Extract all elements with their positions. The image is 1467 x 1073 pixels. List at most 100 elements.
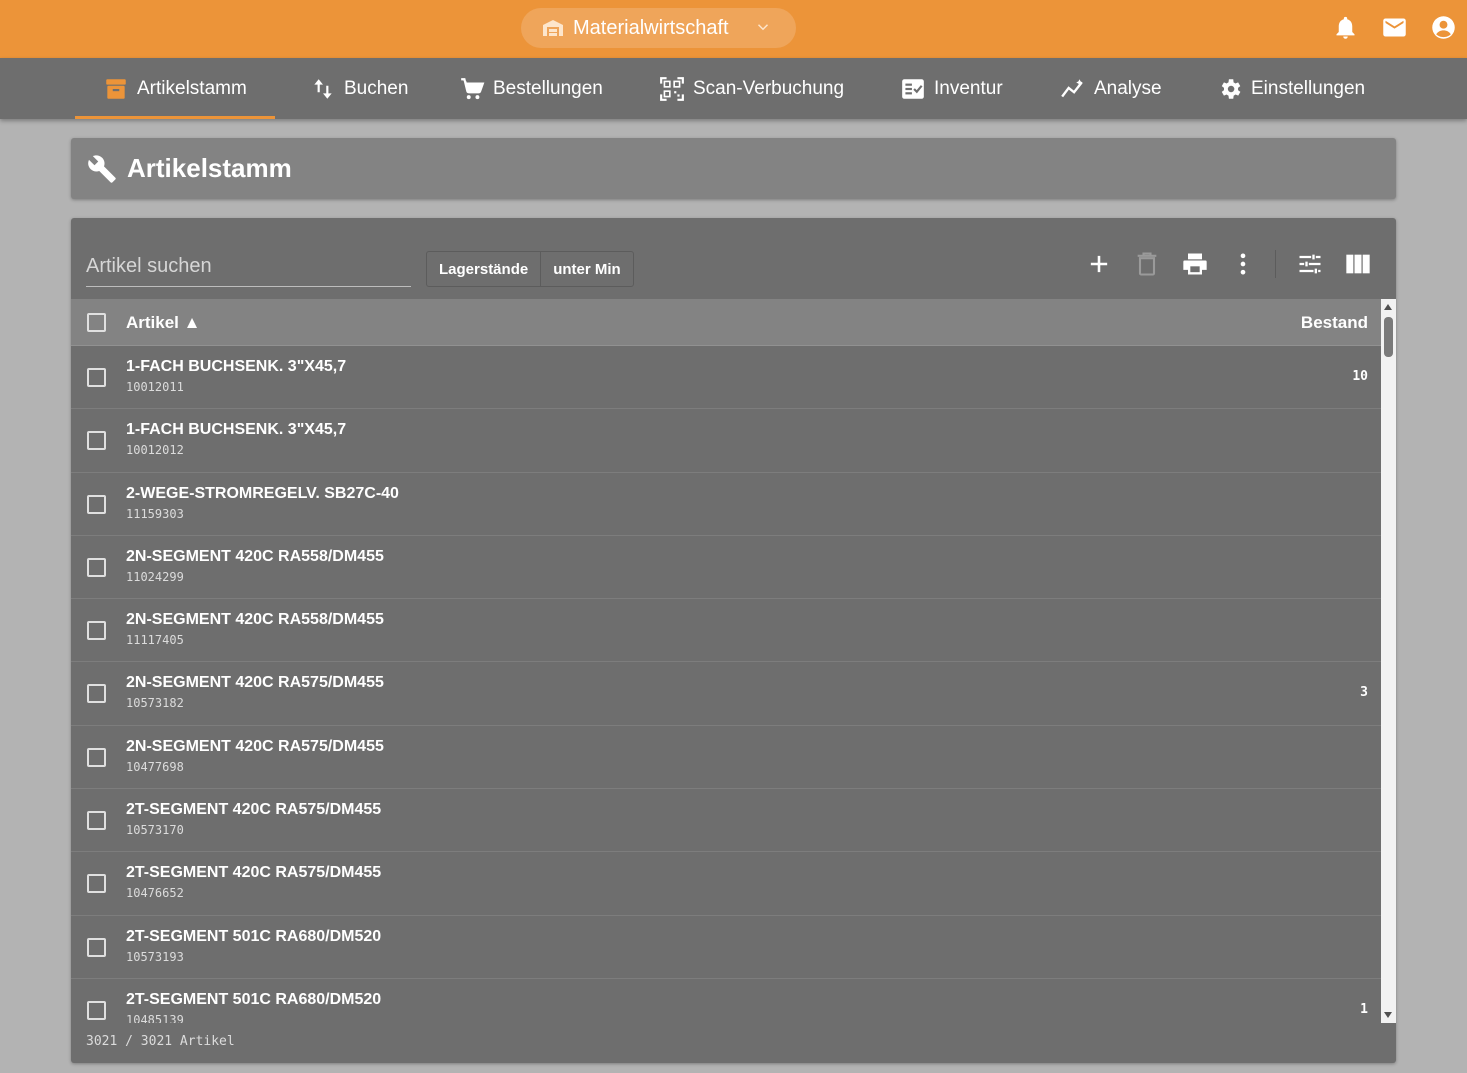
nav-artikelstamm[interactable]: Artikelstamm (75, 58, 275, 119)
article-name: 2-WEGE-STROMREGELV. SB27C-40 (126, 484, 399, 502)
article-number: 11117405 (126, 633, 184, 648)
filter-settings-icon[interactable] (1296, 250, 1324, 278)
scroll-down-arrow-icon[interactable] (1384, 1012, 1392, 1018)
nav-inventur[interactable]: Inventur (900, 58, 1003, 119)
columns-icon[interactable] (1344, 250, 1372, 278)
delete-icon[interactable] (1133, 250, 1161, 278)
article-number: 10573170 (126, 823, 184, 838)
app-switcher[interactable]: Materialwirtschaft (521, 8, 796, 48)
table-body: 1-FACH BUCHSENK. 3"X45,7 10012011 10 1-FACH… (71, 346, 1381, 1023)
page-header: Artikelstamm (71, 138, 1396, 199)
row-checkbox[interactable] (87, 747, 106, 767)
wrench-icon (88, 154, 116, 183)
article-number: 10573182 (126, 696, 184, 711)
row-checkbox[interactable] (87, 1000, 106, 1020)
toolbar-divider (1275, 250, 1276, 278)
nav-label: Artikelstamm (137, 77, 247, 99)
table-row[interactable]: 2N-SEGMENT 420C RA558/DM455 11117405 (71, 599, 1381, 663)
account-icon[interactable] (1430, 14, 1457, 41)
article-number: 11159303 (126, 506, 184, 521)
article-name: 2N-SEGMENT 420C RA558/DM455 (126, 611, 384, 629)
nav-label: Analyse (1094, 77, 1162, 99)
table-row[interactable]: 2N-SEGMENT 420C RA575/DM455 10477698 (71, 726, 1381, 790)
main-nav: Artikelstamm Buchen Bestellungen Scan-Ve… (0, 58, 1467, 119)
column-header-stock[interactable]: Bestand (1301, 313, 1368, 333)
row-checkbox[interactable] (87, 368, 106, 387)
select-all-checkbox[interactable] (87, 313, 106, 332)
article-name: 2N-SEGMENT 420C RA558/DM455 (126, 547, 384, 565)
table-row[interactable]: 2T-SEGMENT 420C RA575/DM455 10573170 (71, 789, 1381, 853)
nav-buchen[interactable]: Buchen (310, 58, 408, 119)
app-title: Materialwirtschaft (573, 16, 729, 39)
article-number: 10573193 (126, 949, 184, 964)
table-row[interactable]: 1-FACH BUCHSENK. 3"X45,7 10012012 (71, 409, 1381, 473)
article-stock: 3 (1360, 685, 1368, 701)
article-name: 2T-SEGMENT 501C RA680/DM520 (126, 927, 382, 945)
article-name: 1-FACH BUCHSENK. 3"X45,7 (126, 421, 347, 439)
nav-label: Inventur (934, 77, 1003, 99)
table-row[interactable]: 2N-SEGMENT 420C RA558/DM455 11024299 (71, 536, 1381, 600)
table-row[interactable]: 2T-SEGMENT 501C RA680/DM520 10485139 1 (71, 979, 1381, 1023)
warehouse-icon (543, 20, 563, 36)
article-number: 10012012 (126, 443, 184, 458)
table-toolbar (1065, 250, 1372, 278)
table-row[interactable]: 2N-SEGMENT 420C RA575/DM455 10573182 3 (71, 662, 1381, 726)
article-name: 2N-SEGMENT 420C RA575/DM455 (126, 674, 384, 692)
article-number: 10485139 (126, 1012, 184, 1023)
qr-scan-icon (660, 76, 684, 101)
row-checkbox[interactable] (87, 557, 106, 577)
checklist-icon (902, 78, 924, 99)
row-checkbox[interactable] (87, 937, 106, 957)
article-number: 10477698 (126, 759, 184, 774)
more-vert-icon[interactable] (1229, 250, 1257, 278)
filter-stock-button[interactable]: Lagerstände (427, 252, 540, 286)
nav-analyse[interactable]: Analyse (1060, 58, 1162, 119)
column-header-article[interactable]: Artikel ▲ (126, 313, 200, 333)
table-row[interactable]: 2T-SEGMENT 501C RA680/DM520 10573193 (71, 916, 1381, 979)
article-table-panel: Lagerstände unter Min Artikel ▲ Bestand … (71, 218, 1396, 1063)
nav-einstellungen[interactable]: Einstellungen (1217, 58, 1365, 119)
cart-icon (461, 77, 485, 99)
row-checkbox[interactable] (87, 431, 106, 451)
nav-label: Scan-Verbuchung (693, 77, 845, 99)
article-name: 2T-SEGMENT 420C RA575/DM455 (126, 801, 382, 819)
article-name: 2T-SEGMENT 420C RA575/DM455 (126, 864, 382, 882)
scroll-up-arrow-icon[interactable] (1384, 304, 1392, 310)
gear-icon (1221, 78, 1241, 99)
nav-label: Buchen (344, 77, 409, 99)
nav-bestellungen[interactable]: Bestellungen (459, 58, 603, 119)
row-count: 3021 / 3021 Artikel (86, 1034, 235, 1049)
table-scrollbar[interactable] (1381, 299, 1396, 1023)
filter-below-min-button[interactable]: unter Min (540, 252, 633, 286)
search-field[interactable] (86, 248, 411, 287)
row-checkbox[interactable] (87, 621, 106, 641)
bell-icon[interactable] (1332, 14, 1359, 41)
nav-label: Einstellungen (1251, 77, 1366, 99)
table-header: Artikel ▲ Bestand (71, 299, 1381, 346)
print-icon[interactable] (1181, 250, 1209, 278)
article-name: 1-FACH BUCHSENK. 3"X45,7 (126, 358, 347, 375)
search-input[interactable] (86, 248, 411, 284)
archive-icon (106, 78, 126, 99)
nav-label: Bestellungen (493, 77, 603, 99)
scroll-thumb[interactable] (1384, 317, 1393, 357)
nav-scan-verbuchung[interactable]: Scan-Verbuchung (659, 58, 844, 119)
article-number: 10476652 (126, 886, 184, 901)
row-checkbox[interactable] (87, 684, 106, 704)
mail-icon[interactable] (1381, 14, 1408, 41)
article-stock: 10 (1352, 369, 1368, 384)
row-checkbox[interactable] (87, 874, 106, 894)
table-row[interactable]: 2T-SEGMENT 420C RA575/DM455 10476652 (71, 852, 1381, 916)
top-bar: Materialwirtschaft (0, 0, 1467, 58)
page-title: Artikelstamm (127, 153, 292, 183)
row-checkbox[interactable] (87, 494, 106, 514)
chart-line-icon (1061, 78, 1083, 97)
article-stock: 1 (1360, 1001, 1368, 1017)
article-number: 11024299 (126, 569, 184, 584)
article-name: 2N-SEGMENT 420C RA575/DM455 (126, 737, 384, 755)
table-row[interactable]: 2-WEGE-STROMREGELV. SB27C-40 11159303 (71, 473, 1381, 536)
add-icon[interactable] (1085, 250, 1113, 278)
article-number: 10012011 (126, 380, 184, 394)
table-row[interactable]: 1-FACH BUCHSENK. 3"X45,7 10012011 10 (71, 346, 1381, 410)
row-checkbox[interactable] (87, 811, 106, 831)
